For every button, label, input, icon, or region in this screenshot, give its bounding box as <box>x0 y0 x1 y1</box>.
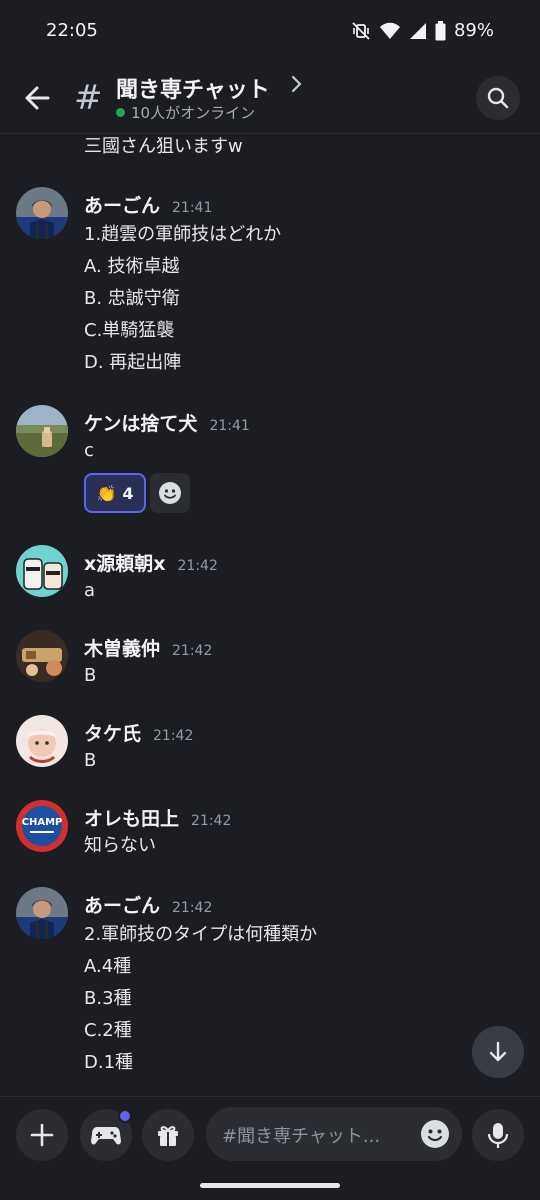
avatar-logo-text: CHAMP <box>22 817 63 828</box>
microphone-icon <box>487 1123 509 1148</box>
plus-icon <box>30 1123 54 1147</box>
home-indicator[interactable] <box>200 1183 340 1188</box>
status-bar: 22:05 89% <box>0 0 540 62</box>
message-author[interactable]: タケ氏 21:42 <box>84 719 193 746</box>
gamepad-icon <box>91 1127 121 1145</box>
message-text: B. 忠誠守衛 <box>84 288 180 309</box>
online-label: 10人がオンライン <box>131 104 256 122</box>
gift-button[interactable] <box>142 1109 194 1161</box>
smiley-icon <box>159 482 181 504</box>
message-text: c <box>84 440 94 461</box>
clap-icon: 👏 <box>96 483 117 503</box>
message-text: 2.軍師技のタイプは何種類か <box>84 924 318 945</box>
search-button[interactable] <box>476 76 520 120</box>
message-timestamp: 21:41 <box>209 418 250 434</box>
arrow-left-icon <box>25 86 50 110</box>
message-text: C.単騎猛襲 <box>84 320 175 341</box>
vibrate-off-icon <box>352 21 370 40</box>
wifi-icon <box>379 22 400 39</box>
message-timestamp: 21:42 <box>177 558 218 574</box>
avatar[interactable] <box>16 630 68 682</box>
message-text: B <box>84 665 97 686</box>
signal-icon <box>409 22 426 39</box>
message-text: 知らない <box>84 835 156 856</box>
reaction-clap[interactable]: 👏 4 <box>84 473 146 513</box>
message-text: B.3種 <box>84 988 132 1009</box>
message-timestamp: 21:42 <box>153 728 194 744</box>
online-dot-icon <box>116 108 125 117</box>
message-list[interactable]: 三國さん狙いますw あーごん 21:41 1.趙雲の軍師技はどれか A. 技術卓越… <box>0 135 540 1095</box>
channel-title[interactable]: 聞き専チャット <box>116 72 270 104</box>
message-input[interactable]: #聞き専チャット... <box>206 1107 462 1161</box>
message-text: D.1種 <box>84 1052 134 1073</box>
emoji-button[interactable] <box>420 1119 450 1153</box>
avatar[interactable] <box>16 887 68 939</box>
message-input-placeholder: #聞き専チャット... <box>222 1126 381 1147</box>
message-text: 1.趙雲の軍師技はどれか <box>84 224 282 245</box>
message-timestamp: 21:42 <box>191 813 232 829</box>
online-count: 10人がオンライン <box>116 102 255 123</box>
gift-icon <box>158 1126 178 1146</box>
back-button[interactable] <box>20 80 56 116</box>
chevron-right-icon[interactable] <box>290 74 304 99</box>
search-icon <box>487 87 509 109</box>
avatar[interactable]: CHAMP <box>16 800 68 852</box>
message-timestamp: 21:41 <box>172 200 213 216</box>
status-icons: 89% <box>351 20 494 41</box>
message-text: C.2種 <box>84 1020 132 1041</box>
message-author[interactable]: あーごん 21:42 <box>84 891 212 918</box>
message-text: A.4種 <box>84 956 132 977</box>
jump-to-latest-button[interactable] <box>472 1026 524 1078</box>
avatar[interactable] <box>16 187 68 239</box>
avatar[interactable] <box>16 715 68 767</box>
status-time: 22:05 <box>46 20 98 41</box>
reaction-count: 4 <box>122 483 134 503</box>
channel-header: # 聞き専チャット 10人がオンライン <box>0 62 540 134</box>
arrow-down-icon <box>489 1041 507 1062</box>
battery-icon <box>435 20 446 40</box>
message-text: a <box>84 580 96 601</box>
message-text: 三國さん狙いますw <box>84 136 243 157</box>
notification-dot <box>118 1109 132 1123</box>
avatar[interactable] <box>16 405 68 457</box>
message-author[interactable]: ケンは捨て犬 21:41 <box>84 409 250 436</box>
message-author[interactable]: オレも田上 21:42 <box>84 804 231 831</box>
message-timestamp: 21:42 <box>172 900 213 916</box>
battery-percent: 89% <box>453 20 494 41</box>
message-author[interactable]: あーごん 21:41 <box>84 191 212 218</box>
add-reaction-button[interactable] <box>150 473 190 513</box>
message-author[interactable]: x源頼朝x 21:42 <box>84 549 218 576</box>
message-text: B <box>84 750 97 771</box>
attach-button[interactable] <box>16 1109 68 1161</box>
smiley-icon <box>421 1120 449 1148</box>
avatar[interactable] <box>16 545 68 597</box>
message-text: D. 再起出陣 <box>84 352 182 373</box>
hash-icon: # <box>74 78 103 118</box>
message-timestamp: 21:42 <box>172 643 213 659</box>
message-author[interactable]: 木曽義仲 21:42 <box>84 634 212 661</box>
voice-message-button[interactable] <box>472 1109 524 1161</box>
activities-button[interactable] <box>80 1109 132 1161</box>
message-composer: #聞き専チャット... <box>0 1096 540 1200</box>
message-text: A. 技術卓越 <box>84 256 180 277</box>
